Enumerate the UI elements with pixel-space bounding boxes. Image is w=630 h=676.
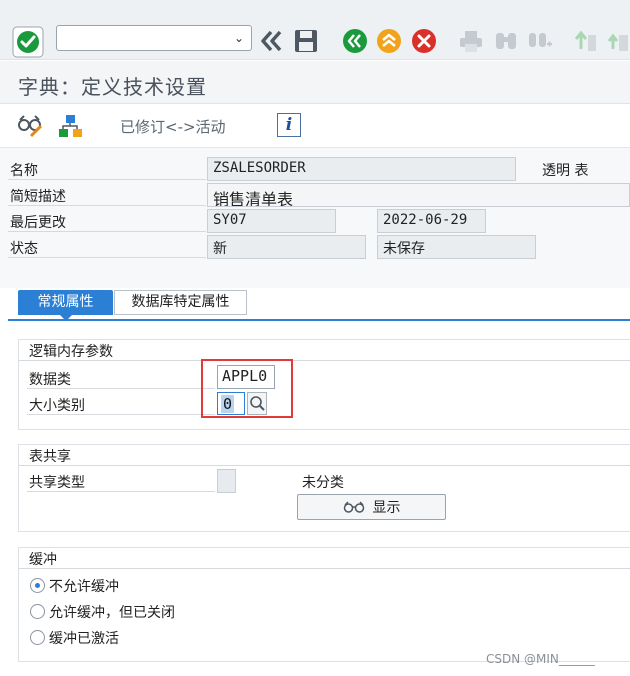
revised-active-toggle[interactable]: 已修订<->活动 [120,116,226,137]
watermark: CSDN @MIN______ [486,652,595,666]
tab-db-specific-attributes[interactable]: 数据库特定属性 [114,290,247,315]
exit-icon [377,29,401,53]
save-icon [295,30,317,52]
first-page-button[interactable] [572,27,600,55]
glasses-pencil-icon [18,115,43,138]
display-button-label: 显示 [372,500,401,516]
buffering-title: 缓冲 [29,552,57,568]
group-title-divider [19,568,630,569]
share-type-field[interactable] [217,469,236,493]
application-toolbar: 已修订<->活动 [0,104,630,148]
display-button[interactable]: 显示 [297,494,446,520]
enter-icon [12,26,44,58]
table-type-text: 透明 表 [542,163,589,179]
radio-buffering-active-label: 缓冲已激活 [49,631,119,647]
table-sharing-title: 表共享 [29,449,71,465]
info-button[interactable]: i [277,113,301,137]
find-button[interactable] [492,27,520,55]
name-field: ZSALESORDER [207,157,516,181]
data-class-label-underline [27,388,215,389]
enter-button[interactable] [12,26,44,58]
cancel-button[interactable] [410,27,438,55]
back-double-icon [261,30,282,52]
back-button[interactable] [341,27,369,55]
data-class-label: 数据类 [29,372,71,388]
command-field[interactable] [56,25,252,51]
hierarchy-icon [59,115,82,137]
status-label: 状态 [10,241,38,257]
tab-general-attributes[interactable]: 常规属性 [18,290,113,321]
tab-underline [8,319,630,321]
last-changed-label-underline [8,231,206,232]
save-button[interactable] [292,27,320,55]
system-toolbar: ⌄ [0,0,630,60]
size-category-label-underline [27,414,215,415]
exit-button[interactable] [375,27,403,55]
find-icon [496,33,516,49]
back-double-button[interactable] [258,28,284,54]
radio-buffering-off-label: 允许缓冲，但已关闭 [49,605,175,621]
share-type-label-underline [27,491,215,492]
cancel-icon [412,29,436,53]
radio-no-buffering-label: 不允许缓冲 [49,579,119,595]
find-next-icon [529,33,552,47]
last-changed-date-field: 2022-06-29 [377,209,486,233]
previous-page-button[interactable] [604,27,630,55]
chevron-down-icon[interactable]: ⌄ [230,28,248,48]
short-desc-label-underline [8,205,206,206]
save-status-field: 未保存 [377,235,536,259]
group-title-divider [19,360,630,361]
display-change-button[interactable] [16,112,44,140]
logical-storage-title: 逻辑内存参数 [29,344,113,360]
print-button[interactable] [457,27,485,55]
short-desc-label: 简短描述 [10,189,66,205]
logical-storage-group: 逻辑内存参数 [18,339,630,430]
first-page-icon [574,30,596,51]
page-title: 字典：定义技术设置 [18,75,207,99]
print-icon [460,31,482,52]
back-icon [343,29,367,53]
name-label-underline [8,179,206,180]
name-label: 名称 [10,163,38,179]
status-field: 新 [207,235,366,259]
unclassified-text: 未分类 [302,475,344,491]
size-category-label: 大小类别 [29,398,85,414]
find-next-button[interactable] [526,27,554,55]
share-type-label: 共享类型 [29,475,85,491]
group-title-divider [19,465,630,466]
last-changed-user-field: SY07 [207,209,336,233]
radio-no-buffering[interactable] [30,578,45,593]
previous-page-icon [607,33,628,51]
glasses-icon [343,501,364,513]
short-desc-field: 销售清单表 [207,183,630,207]
highlight-annotation [201,359,293,418]
status-label-underline [8,257,206,258]
hierarchy-button[interactable] [56,112,84,140]
title-bar: 字典：定义技术设置 [0,61,630,104]
last-changed-label: 最后更改 [10,215,66,231]
radio-buffering-active[interactable] [30,630,45,645]
radio-buffering-off[interactable] [30,604,45,619]
